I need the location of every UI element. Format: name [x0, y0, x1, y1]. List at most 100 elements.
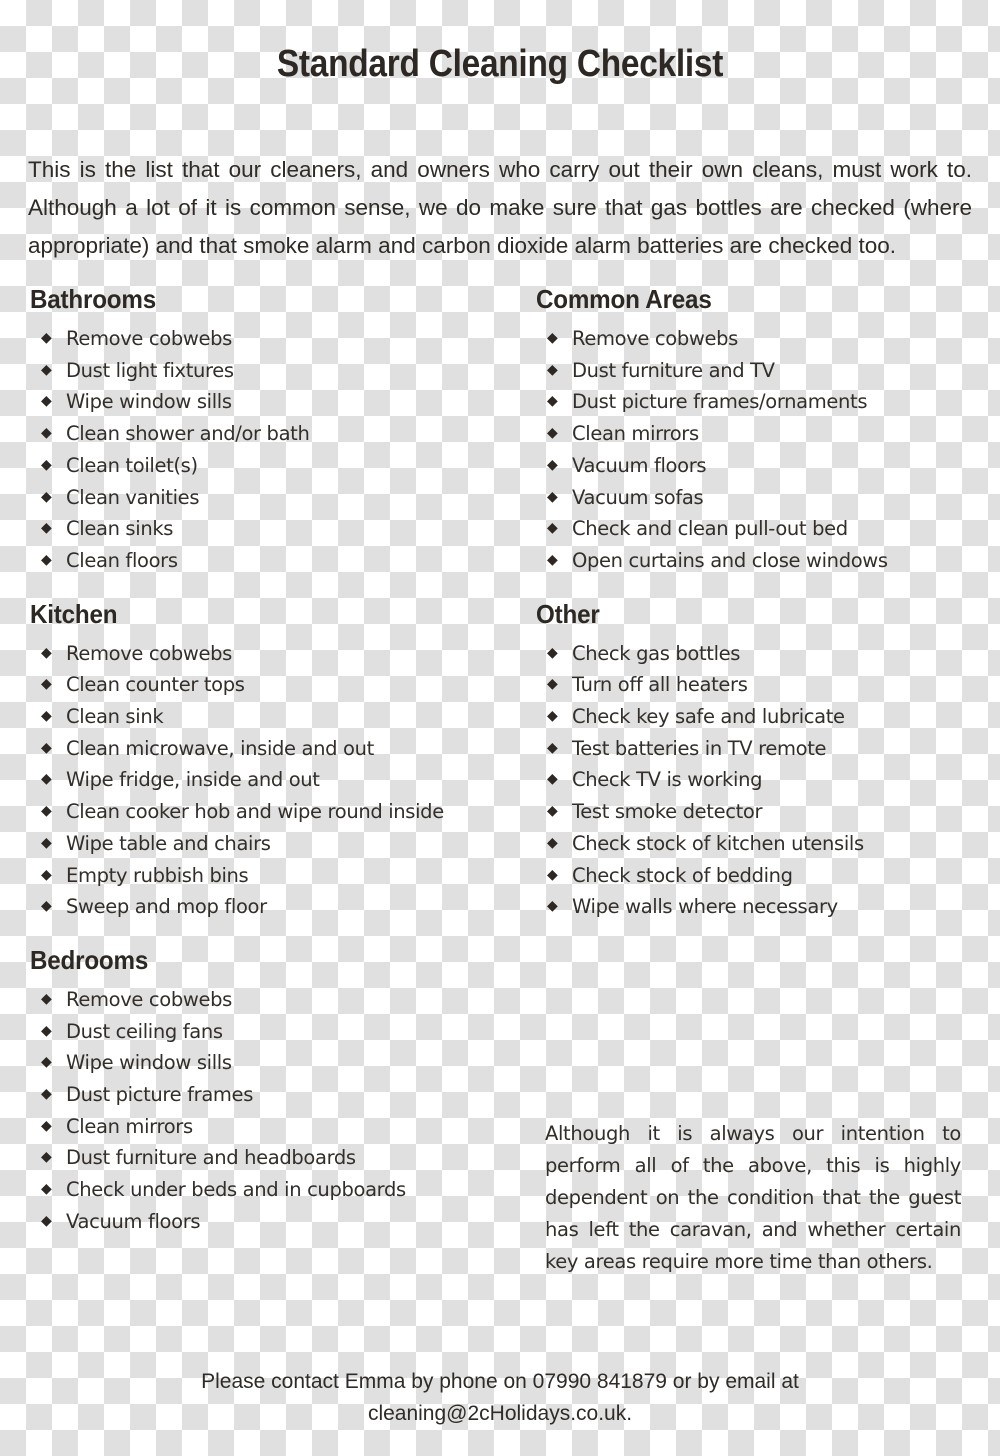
checklist-item[interactable]: ◆ Check stock of bedding [547, 860, 984, 892]
checklist-item[interactable]: ◆ Remove cobwebs [547, 323, 984, 355]
diamond-bullet-icon: ◆ [547, 330, 558, 346]
checklist-item-label: Clean mirrors [572, 422, 699, 446]
checklist-item[interactable]: ◆ Check stock of kitchen utensils [547, 828, 984, 860]
checklist-item[interactable]: ◆ Dust picture frames/ornaments [547, 386, 984, 418]
diamond-bullet-icon: ◆ [41, 520, 52, 537]
diamond-bullet-icon: ◆ [41, 425, 52, 442]
right-column: Common Areas ◆ Remove cobwebs ◆ Dust furnit… [534, 284, 984, 923]
checklist-item[interactable]: ◆ Clean shower and/or bath [41, 418, 514, 450]
checklist-item-label: Wipe window sills [66, 1051, 232, 1075]
diamond-bullet-icon: ◆ [41, 1181, 52, 1198]
checklist-item[interactable]: ◆ Remove cobwebs [41, 984, 514, 1016]
diamond-bullet-icon: ◆ [41, 1117, 52, 1134]
checklist-item[interactable]: ◆ Wipe table and chairs [41, 828, 514, 860]
checklist-item[interactable]: ◆ Sweep and mop floor [41, 891, 514, 923]
diamond-bullet-icon: ◆ [41, 708, 52, 725]
checklist-item[interactable]: ◆ Clean sinks [41, 513, 514, 545]
checklist-item-label: Vacuum sofas [572, 485, 704, 509]
checklist-item-label: Open curtains and close windows [572, 548, 888, 572]
diamond-bullet-icon: ◆ [41, 834, 52, 851]
checklist-item[interactable]: ◆ Clean counter tops [41, 669, 514, 701]
checklist-item[interactable]: ◆ Dust light fixtures [41, 355, 514, 387]
diamond-bullet-icon: ◆ [41, 898, 52, 915]
checklist-item-label: Dust light fixtures [66, 358, 234, 382]
checklist-kitchen: ◆ Remove cobwebs ◆ Clean counter tops ◆ Clean… [28, 638, 514, 923]
checklist-item[interactable]: ◆ Check gas bottles [547, 638, 984, 670]
checklist-item-label: Dust ceiling fans [66, 1019, 223, 1043]
checklist-item-label: Dust picture frames/ornaments [572, 390, 868, 414]
checklist-item[interactable]: ◆ Clean sink [41, 701, 514, 733]
checklist-item[interactable]: ◆ Turn off all heaters [547, 669, 984, 701]
checklist-item[interactable]: ◆ Clean vanities [41, 482, 514, 514]
checklist-item-label: Check stock of bedding [572, 863, 793, 887]
checklist-item[interactable]: ◆ Wipe window sills [41, 1047, 514, 1079]
checklist-item[interactable]: ◆ Remove cobwebs [41, 323, 514, 355]
diamond-bullet-icon: ◆ [41, 361, 52, 378]
checklist-item[interactable]: ◆ Clean mirrors [547, 418, 984, 450]
checklist-item-label: Clean toilet(s) [66, 453, 198, 477]
checklist-item[interactable]: ◆ Dust furniture and headboards [41, 1142, 514, 1174]
section-heading-common-areas: Common Areas [536, 284, 712, 314]
checklist-item[interactable]: ◆ Remove cobwebs [41, 638, 514, 670]
checklist-item[interactable]: ◆ Dust ceiling fans [41, 1016, 514, 1048]
section-heading-kitchen: Kitchen [30, 598, 118, 629]
checklist-item-label: Check and clean pull-out bed [572, 517, 848, 541]
checklist-item[interactable]: ◆ Check key safe and lubricate [547, 701, 984, 733]
checklist-item[interactable]: ◆ Dust furniture and TV [547, 355, 984, 387]
checklist-item[interactable]: ◆ Clean floors [41, 545, 514, 577]
diamond-bullet-icon: ◆ [547, 708, 558, 725]
checklist-item-label: Remove cobwebs [572, 327, 738, 350]
section-other: Other ◆ Check gas bottles ◆ Turn off all he… [534, 599, 984, 923]
checklist-item-label: Sweep and mop floor [66, 895, 267, 919]
footer-line-email: cleaning@2cHolidays.co.uk. [367, 1402, 633, 1425]
diamond-bullet-icon: ◆ [41, 1086, 52, 1103]
checklist-item-label: Wipe window sills [66, 390, 232, 414]
checklist-item[interactable]: ◆ Open curtains and close windows [547, 545, 984, 577]
checklist-item-label: Clean microwave, inside and out [66, 736, 374, 760]
checklist-item[interactable]: ◆ Vacuum floors [547, 450, 984, 482]
diamond-bullet-icon: ◆ [41, 1054, 52, 1071]
checklist-item-label: Clean sinks [66, 517, 174, 541]
diamond-bullet-icon: ◆ [547, 739, 558, 756]
checklist-bathrooms: ◆ Remove cobwebs ◆ Dust light fixtures ◆ Wipe… [28, 323, 514, 577]
checklist-item-label: Clean shower and/or bath [66, 422, 310, 446]
diamond-bullet-icon: ◆ [41, 488, 52, 505]
checklist-item[interactable]: ◆ Clean mirrors [41, 1111, 514, 1143]
checklist-item[interactable]: ◆ Wipe window sills [41, 386, 514, 418]
checklist-item[interactable]: ◆ Dust picture frames [41, 1079, 514, 1111]
checklist-item-label: Clean counter tops [66, 673, 245, 697]
diamond-bullet-icon: ◆ [41, 739, 52, 756]
checklist-item[interactable]: ◆ Check TV is working [547, 764, 984, 796]
diamond-bullet-icon: ◆ [41, 393, 52, 410]
checklist-item-label: Empty rubbish bins [66, 863, 249, 887]
diamond-bullet-icon: ◆ [547, 644, 558, 661]
diamond-bullet-icon: ◆ [41, 1212, 52, 1229]
checklist-item[interactable]: ◆ Clean toilet(s) [41, 450, 514, 482]
checklist-item[interactable]: ◆ Wipe fridge, inside and out [41, 764, 514, 796]
diamond-bullet-icon: ◆ [547, 551, 558, 568]
section-bathrooms: Bathrooms ◆ Remove cobwebs ◆ Dust light fix… [28, 284, 514, 577]
checklist-item[interactable]: ◆ Vacuum sofas [547, 482, 984, 514]
checklist-item-label: Dust furniture and headboards [66, 1146, 356, 1170]
checklist-item-label: Clean floors [66, 548, 178, 572]
page-title: Standard Cleaning Checklist [276, 43, 724, 86]
checklist-item[interactable]: ◆ Vacuum floors [41, 1206, 514, 1238]
section-common-areas: Common Areas ◆ Remove cobwebs ◆ Dust furnit… [534, 284, 984, 577]
checklist-item-label: Check gas bottles [572, 641, 741, 665]
checklist-item-label: Test smoke detector [572, 800, 763, 824]
checklist-common-areas: ◆ Remove cobwebs ◆ Dust furniture and TV ◆ Du… [534, 323, 984, 577]
checklist-item[interactable]: ◆ Test batteries in TV remote [547, 733, 984, 765]
checklist-item[interactable]: ◆ Wipe walls where necessary [547, 891, 984, 923]
checklist-item[interactable]: ◆ Test smoke detector [547, 796, 984, 828]
checklist-item[interactable]: ◆ Check under beds and in cupboards [41, 1174, 514, 1206]
checklist-item[interactable]: ◆ Clean cooker hob and wipe round inside [41, 796, 514, 828]
checklist-item-label: Clean mirrors [66, 1114, 193, 1138]
checklist-item[interactable]: ◆ Empty rubbish bins [41, 860, 514, 892]
checklist-item-label: Vacuum floors [572, 453, 707, 477]
checklist-item[interactable]: ◆ Check and clean pull-out bed [547, 513, 984, 545]
checklist-item-label: Remove cobwebs [66, 327, 232, 350]
diamond-bullet-icon: ◆ [41, 551, 52, 568]
diamond-bullet-icon: ◆ [41, 866, 52, 883]
checklist-item[interactable]: ◆ Clean microwave, inside and out [41, 733, 514, 765]
diamond-bullet-icon: ◆ [547, 425, 558, 442]
